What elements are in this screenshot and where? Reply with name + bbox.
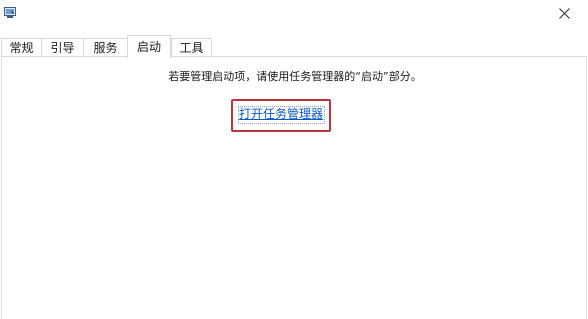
msconfig-app-icon — [4, 4, 16, 18]
tab-services[interactable]: 服务 — [83, 38, 127, 57]
startup-tab-panel: 若要管理启动项，请使用任务管理器的“启动”部分。 打开任务管理器 — [1, 56, 587, 319]
tab-strip: 常规 引导 服务 启动 工具 — [0, 35, 588, 58]
system-configuration-window: 常规 引导 服务 启动 工具 若要管理启动项，请使用任务管理器的“启动”部分。 … — [0, 0, 588, 319]
close-icon — [559, 8, 570, 19]
tab-tools[interactable]: 工具 — [171, 38, 212, 57]
open-task-manager-link[interactable]: 打开任务管理器 — [238, 106, 325, 124]
close-button[interactable] — [542, 0, 588, 28]
title-bar — [0, 0, 588, 28]
tab-startup[interactable]: 启动 — [127, 35, 171, 58]
tab-boot[interactable]: 引导 — [41, 38, 83, 57]
tab-general[interactable]: 常规 — [1, 38, 41, 57]
startup-info-text: 若要管理启动项，请使用任务管理器的“启动”部分。 — [168, 70, 422, 83]
